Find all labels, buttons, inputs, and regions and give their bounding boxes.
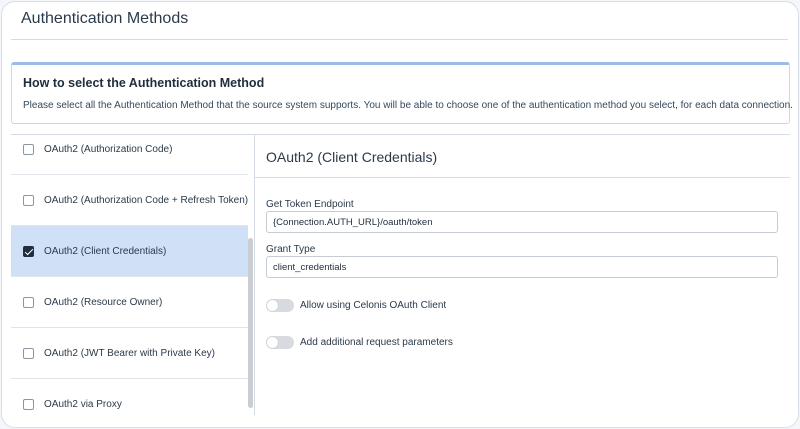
grant-type-input[interactable]: [266, 256, 778, 278]
method-label: OAuth2 (Authorization Code + Refresh Tok…: [44, 194, 248, 206]
scrollbar-thumb[interactable]: [248, 238, 253, 408]
info-title: How to select the Authentication Method: [23, 76, 265, 90]
method-label: OAuth2 (Authorization Code): [44, 143, 173, 155]
toggle-knob: [267, 300, 278, 311]
method-item-jwt-bearer[interactable]: OAuth2 (JWT Bearer with Private Key): [11, 328, 248, 379]
method-item-authorization-code[interactable]: OAuth2 (Authorization Code): [11, 135, 248, 175]
toggle-row-request-params: Add additional request parameters: [266, 336, 453, 349]
toggle-label: Allow using Celonis OAuth Client: [300, 300, 447, 311]
method-label: OAuth2 (Resource Owner): [44, 296, 163, 308]
toggle-knob: [267, 337, 278, 348]
toggle-label: Add additional request parameters: [300, 337, 453, 348]
method-item-client-credentials[interactable]: OAuth2 (Client Credentials): [11, 226, 248, 277]
request-params-toggle[interactable]: [266, 336, 294, 349]
token-endpoint-input[interactable]: [266, 211, 778, 233]
info-text: Please select all the Authentication Met…: [23, 100, 793, 111]
method-item-authorization-code-refresh-token[interactable]: OAuth2 (Authorization Code + Refresh Tok…: [11, 175, 248, 226]
split-panel: OAuth2 (Authorization Code) OAuth2 (Auth…: [11, 134, 790, 427]
page-title: Authentication Methods: [21, 10, 189, 27]
grant-type-label: Grant Type: [266, 244, 316, 255]
info-box: How to select the Authentication Method …: [11, 62, 793, 124]
detail-title: OAuth2 (Client Credentials): [266, 149, 438, 165]
checkbox[interactable]: [23, 194, 34, 206]
method-label: OAuth2 (JWT Bearer with Private Key): [44, 347, 215, 359]
method-item-via-proxy[interactable]: OAuth2 via Proxy: [11, 379, 248, 415]
title-divider: [11, 39, 788, 40]
celonis-oauth-toggle[interactable]: [266, 299, 294, 312]
checkbox[interactable]: [23, 143, 34, 155]
checkbox[interactable]: [23, 399, 34, 410]
method-list: OAuth2 (Authorization Code) OAuth2 (Auth…: [11, 135, 248, 415]
detail-panel: OAuth2 (Client Credentials) Get Token En…: [255, 135, 790, 415]
method-label: OAuth2 via Proxy: [44, 399, 122, 410]
checkbox-checked[interactable]: [23, 245, 34, 257]
checkbox[interactable]: [23, 296, 34, 308]
token-endpoint-label: Get Token Endpoint: [266, 199, 354, 210]
method-item-resource-owner[interactable]: OAuth2 (Resource Owner): [11, 277, 248, 328]
method-label: OAuth2 (Client Credentials): [44, 245, 167, 257]
detail-divider: [255, 177, 790, 178]
app-frame: Authentication Methods How to select the…: [1, 1, 799, 428]
toggle-row-celonis-oauth: Allow using Celonis OAuth Client: [266, 299, 446, 312]
checkbox[interactable]: [23, 347, 34, 359]
